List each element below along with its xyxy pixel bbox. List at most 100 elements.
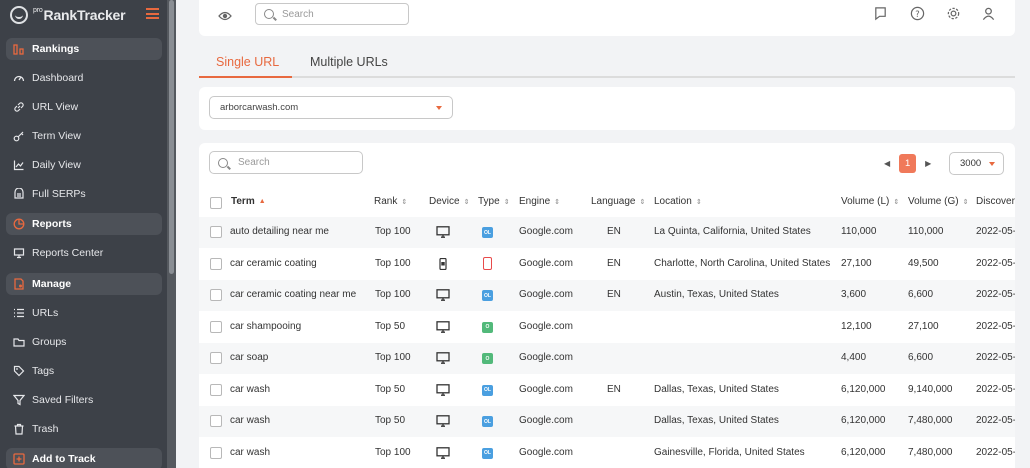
sidebar-item-label: Add to Track	[32, 453, 96, 465]
per-page-select[interactable]: 3000	[949, 152, 1004, 175]
row-checkbox[interactable]	[210, 289, 222, 301]
prev-page-icon[interactable]: ◀	[884, 159, 890, 168]
sidebar-item-reports-center[interactable]: Reports Center	[6, 242, 162, 264]
tab-single-url[interactable]: Single URL	[216, 55, 279, 69]
sidebar-item-trash[interactable]: Trash	[6, 418, 162, 440]
column-header-term[interactable]: Term ▲	[231, 196, 266, 207]
reports-pie-icon	[13, 218, 25, 230]
sidebar-item-saved-filters[interactable]: Saved Filters	[6, 389, 162, 411]
table-search-input[interactable]	[238, 157, 348, 168]
volume-local-cell: 110,000	[841, 226, 877, 237]
top-search-input[interactable]	[282, 8, 392, 20]
column-header-rank[interactable]: Rank ⇕	[374, 196, 407, 207]
organic-type-badge: O	[482, 353, 493, 364]
column-header-type[interactable]: Type ⇕	[478, 196, 510, 207]
column-header-label: Volume (G)	[908, 196, 959, 207]
next-page-icon[interactable]: ▶	[925, 159, 931, 168]
sidebar-item-daily-view[interactable]: Daily View	[6, 154, 162, 176]
column-header-location[interactable]: Location ⇕	[654, 196, 702, 207]
sort-icon[interactable]: ⇕	[640, 198, 646, 206]
app-logo[interactable]: proRankTracker	[10, 5, 126, 25]
sort-icon[interactable]: ▲	[259, 198, 266, 205]
term-cell[interactable]: car wash	[230, 447, 270, 459]
column-header-volume-g[interactable]: Volume (G) ⇕	[908, 196, 968, 207]
tab-multiple-urls[interactable]: Multiple URLs	[310, 55, 388, 69]
url-dropdown[interactable]: arborcarwash.com	[209, 96, 453, 119]
sidebar-item-label: URL View	[32, 101, 79, 113]
volume-local-cell: 6,120,000	[841, 415, 886, 426]
feedback-flag-icon[interactable]	[872, 5, 888, 21]
hamburger-menu-icon[interactable]	[146, 8, 159, 19]
row-checkbox[interactable]	[210, 257, 222, 270]
row-checkbox[interactable]	[210, 352, 222, 364]
sidebar-item-url-view[interactable]: URL View	[6, 96, 162, 118]
row-checkbox[interactable]	[210, 415, 222, 427]
row-checkbox[interactable]	[210, 383, 222, 396]
sidebar-item-full-serps[interactable]: Full SERPs	[6, 183, 162, 205]
sidebar-item-term-view[interactable]: Term View	[6, 125, 162, 147]
volume-local-cell: 6,120,000	[841, 383, 886, 395]
column-header-label: Term	[231, 196, 255, 207]
discovered-cell: 2022-05-01	[976, 257, 1015, 269]
sidebar-item-tags[interactable]: Tags	[6, 360, 162, 382]
sort-icon[interactable]: ⇕	[893, 198, 899, 206]
table-row[interactable]	[199, 343, 1015, 374]
url-dropdown-value: arborcarwash.com	[220, 102, 299, 113]
volume-global-cell: 110,000	[908, 226, 944, 237]
column-header-engine[interactable]: Engine ⇕	[519, 196, 560, 207]
column-header-volume-l[interactable]: Volume (L) ⇕	[841, 196, 899, 207]
sidebar-item-reports[interactable]: Reports	[6, 213, 162, 235]
chevron-down-icon	[989, 162, 995, 166]
table-search-box[interactable]	[209, 151, 363, 174]
volume-global-cell: 6,600	[908, 352, 934, 363]
location-cell: Austin, Texas, United States	[654, 289, 779, 300]
term-cell[interactable]: car wash	[230, 384, 270, 396]
select-all-checkbox[interactable]	[210, 197, 222, 209]
sort-icon[interactable]: ⇕	[696, 198, 702, 206]
mobile-device-icon	[436, 257, 450, 270]
row-checkbox[interactable]	[210, 320, 222, 333]
sidebar-item-rankings[interactable]: Rankings	[6, 38, 162, 60]
help-icon[interactable]: ?	[909, 5, 925, 21]
sidebar-item-add-to-track[interactable]: Add to Track	[6, 448, 162, 468]
gear-icon[interactable]	[945, 5, 961, 21]
term-cell[interactable]: car shampooing	[230, 321, 301, 333]
sidebar-item-dashboard[interactable]: Dashboard	[6, 67, 162, 89]
discovered-cell: 2022-05-01	[976, 226, 1015, 237]
column-header-language[interactable]: Language ⇕	[591, 196, 645, 207]
term-cell[interactable]: auto detailing near me	[230, 226, 329, 238]
reports-center-icon	[13, 247, 25, 259]
term-cell[interactable]: car wash	[230, 415, 270, 427]
table-row[interactable]	[199, 406, 1015, 437]
location-cell: La Quinta, California, United States	[654, 226, 811, 237]
sidebar-scrollbar-thumb[interactable]	[169, 0, 174, 274]
term-cell[interactable]: car ceramic coating near me	[230, 289, 356, 301]
eye-icon[interactable]	[218, 8, 232, 24]
sidebar-item-urls[interactable]: URLs	[6, 302, 162, 324]
row-checkbox[interactable]	[210, 226, 222, 238]
sort-icon[interactable]: ⇕	[963, 198, 969, 206]
discovered-cell: 2022-05-01	[976, 446, 1015, 458]
top-search-box[interactable]	[255, 3, 409, 25]
volume-global-cell: 27,100	[908, 320, 939, 332]
discovered-cell: 2022-05-01	[976, 320, 1015, 332]
term-cell[interactable]: car soap	[230, 352, 268, 364]
tag-icon	[13, 365, 25, 377]
sidebar-item-label: URLs	[32, 307, 59, 319]
sort-icon[interactable]: ⇕	[464, 198, 470, 206]
row-checkbox[interactable]	[210, 446, 222, 459]
column-header-discovered[interactable]: Discovered	[976, 196, 1015, 207]
current-page-button[interactable]: 1	[899, 153, 917, 173]
sort-icon[interactable]: ⇕	[401, 198, 407, 206]
sidebar-item-groups[interactable]: Groups	[6, 331, 162, 353]
term-cell[interactable]: car ceramic coating	[230, 258, 317, 270]
column-header-device[interactable]: Device ⇕	[429, 196, 469, 207]
sort-icon[interactable]: ⇕	[504, 198, 510, 206]
trash-icon	[13, 423, 25, 435]
sidebar-item-label: Groups	[32, 336, 67, 348]
table-row[interactable]	[199, 312, 1015, 343]
table-row[interactable]	[199, 438, 1015, 468]
sidebar-item-manage[interactable]: Manage	[6, 273, 162, 295]
sort-icon[interactable]: ⇕	[554, 198, 560, 206]
user-icon[interactable]	[980, 5, 996, 21]
